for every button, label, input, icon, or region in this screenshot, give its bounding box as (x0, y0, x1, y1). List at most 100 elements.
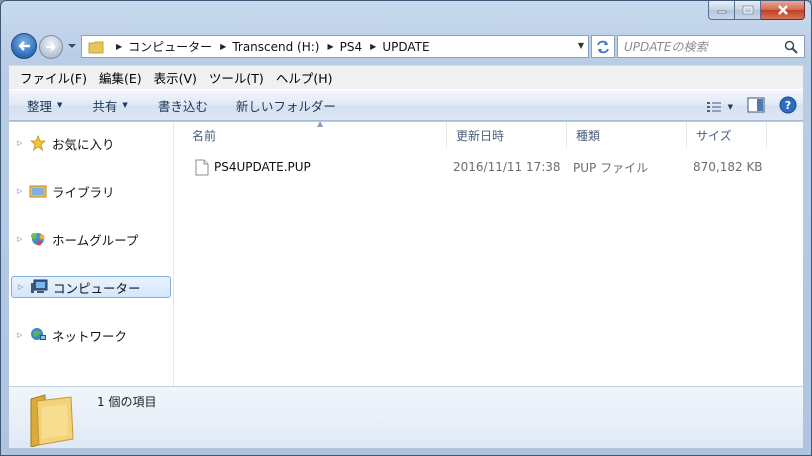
file-type: PUP ファイル (573, 160, 649, 175)
chevron-down-icon: ▼ (122, 101, 128, 109)
share-label: 共有 (92, 98, 118, 114)
minimize-button[interactable] (708, 1, 735, 20)
nav-homegroup-label: ホームグループ (52, 232, 139, 248)
computer-icon (30, 279, 48, 295)
menu-bar: ファイル(F) 編集(E) 表示(V) ツール(T) ヘルプ(H) (9, 65, 803, 89)
sort-up-icon: ▲ (317, 119, 324, 128)
nav-libraries-label: ライブラリ (52, 184, 115, 200)
file-size: 870,182 KB (693, 160, 763, 174)
breadcrumb-update[interactable]: UPDATE (382, 40, 429, 54)
menu-tools[interactable]: ツール(T) (204, 68, 269, 87)
menu-help[interactable]: ヘルプ(H) (271, 68, 338, 87)
view-controls: ▼ ? (706, 96, 797, 117)
share-button[interactable]: 共有 ▼ (92, 96, 127, 115)
expand-arrow-icon[interactable]: ▷ (17, 139, 27, 147)
address-bar[interactable]: ▶ コンピューター ▶ Transcend (H:) ▶ PS4 ▶ UPDAT… (81, 35, 589, 58)
nav-network-label: ネットワーク (52, 328, 128, 344)
address-dropdown-icon[interactable]: ▼ (578, 41, 584, 50)
search-box[interactable]: UPDATEの検索 (617, 35, 805, 58)
expand-arrow-icon[interactable]: ▷ (17, 187, 27, 195)
column-headers: ▲ 名前 更新日時 種類 サイズ (175, 119, 803, 148)
file-list: ▲ 名前 更新日時 種類 サイズ PS4UPDATE.PUP 2016/11/1… (175, 119, 803, 386)
refresh-icon (597, 40, 609, 53)
change-view-button[interactable]: ▼ (706, 100, 733, 114)
content-area: ▷ お気に入り ▷ ライブラリ ▷ ホームグループ ▷ コンピューター ▷ ネッ… (9, 119, 803, 386)
arrow-right-icon (46, 42, 56, 52)
menu-edit[interactable]: 編集(E) (94, 68, 147, 87)
library-icon (29, 183, 47, 199)
expand-arrow-icon[interactable]: ▷ (18, 283, 28, 291)
column-header-date-label: 更新日時 (456, 128, 505, 143)
menu-file[interactable]: ファイル(F) (15, 68, 92, 87)
folder-icon (88, 41, 104, 53)
nav-computer[interactable]: ▷ コンピューター (11, 276, 171, 298)
homegroup-icon (29, 231, 47, 247)
burn-label: 書き込む (157, 98, 208, 114)
details-view-icon (706, 101, 721, 112)
back-button[interactable] (11, 33, 37, 59)
help-icon: ? (779, 96, 797, 114)
breadcrumb-arrow-icon[interactable]: ▶ (328, 42, 334, 51)
explorer-window: ▶ コンピューター ▶ Transcend (H:) ▶ PS4 ▶ UPDAT… (0, 0, 812, 456)
details-pane: 1 個の項目 (9, 386, 803, 448)
navigation-pane: ▷ お気に入り ▷ ライブラリ ▷ ホームグループ ▷ コンピューター ▷ ネッ… (9, 122, 174, 386)
column-header-size-label: サイズ (696, 128, 732, 143)
nav-network[interactable]: ▷ ネットワーク (11, 324, 171, 346)
refresh-button[interactable] (591, 35, 615, 58)
search-placeholder: UPDATEの検索 (624, 40, 708, 54)
search-icon[interactable] (784, 40, 798, 54)
minimize-icon (717, 10, 726, 14)
organize-label: 整理 (27, 98, 53, 114)
caption-buttons (708, 1, 805, 21)
nav-computer-label: コンピューター (53, 280, 141, 296)
command-bar: 整理 ▼ 共有 ▼ 書き込む 新しいフォルダー ▼ ? (9, 89, 803, 121)
nav-favorites-label: お気に入り (52, 136, 115, 152)
column-header-name-label: 名前 (192, 128, 217, 143)
help-button[interactable]: ? (779, 96, 797, 117)
file-date: 2016/11/11 17:38 (453, 160, 561, 174)
forward-button[interactable] (39, 35, 63, 59)
column-header-size[interactable]: サイズ (687, 122, 767, 148)
expand-arrow-icon[interactable]: ▷ (17, 235, 27, 243)
chevron-down-icon: ▼ (57, 101, 63, 109)
expand-arrow-icon[interactable]: ▷ (17, 331, 27, 339)
breadcrumb-computer[interactable]: コンピューター (128, 38, 212, 55)
chevron-down-icon: ▼ (727, 102, 733, 111)
preview-pane-button[interactable] (747, 97, 765, 116)
file-name: PS4UPDATE.PUP (214, 160, 311, 174)
burn-button[interactable]: 書き込む (158, 96, 208, 115)
column-header-name[interactable]: ▲ 名前 (183, 119, 447, 148)
close-button[interactable] (761, 1, 805, 20)
nav-favorites[interactable]: ▷ お気に入り (11, 132, 171, 154)
maximize-icon (742, 5, 753, 15)
organize-button[interactable]: 整理 ▼ (27, 96, 62, 115)
recent-pages-dropdown[interactable] (67, 40, 77, 52)
breadcrumb-ps4[interactable]: PS4 (340, 40, 363, 54)
item-count: 1 個の項目 (97, 395, 157, 409)
column-header-type[interactable]: 種類 (567, 122, 687, 148)
chevron-down-icon (68, 44, 76, 48)
folder-icon (30, 394, 74, 447)
preview-pane-icon (747, 97, 765, 113)
column-header-date[interactable]: 更新日時 (447, 122, 567, 148)
breadcrumb-drive[interactable]: Transcend (H:) (232, 40, 319, 54)
arrow-left-icon (18, 41, 30, 51)
breadcrumb-arrow-icon[interactable]: ▶ (370, 42, 376, 51)
close-icon (777, 5, 788, 15)
menu-view[interactable]: 表示(V) (149, 68, 202, 87)
new-folder-button[interactable]: 新しいフォルダー (236, 96, 336, 115)
maximize-button[interactable] (735, 1, 761, 20)
star-icon (29, 135, 47, 151)
address-row: ▶ コンピューター ▶ Transcend (H:) ▶ PS4 ▶ UPDAT… (9, 33, 805, 61)
file-name-cell[interactable]: PS4UPDATE.PUP (195, 156, 311, 178)
table-row[interactable]: PS4UPDATE.PUP 2016/11/11 17:38 PUP ファイル … (175, 156, 803, 178)
new-folder-label: 新しいフォルダー (235, 98, 336, 114)
nav-libraries[interactable]: ▷ ライブラリ (11, 180, 171, 202)
breadcrumb-arrow-icon: ▶ (116, 42, 123, 51)
nav-homegroup[interactable]: ▷ ホームグループ (11, 228, 171, 250)
network-icon (29, 327, 47, 343)
breadcrumb-arrow-icon[interactable]: ▶ (220, 42, 226, 51)
file-icon (195, 159, 209, 175)
svg-text:?: ? (785, 99, 791, 112)
column-header-type-label: 種類 (576, 128, 601, 143)
